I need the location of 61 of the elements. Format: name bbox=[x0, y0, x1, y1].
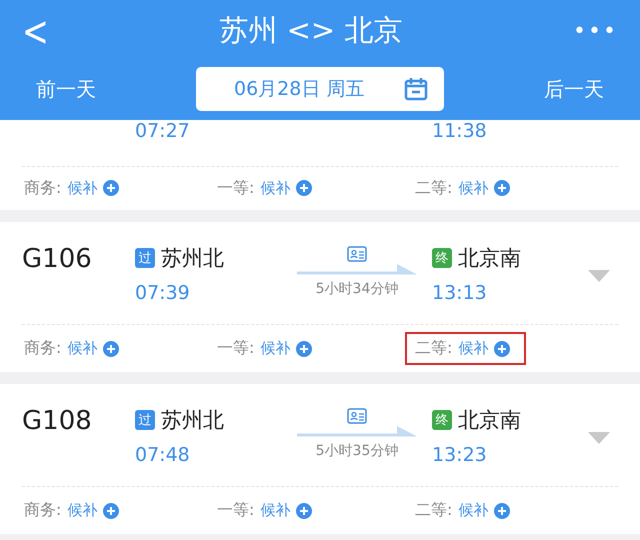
station-badge: 终 bbox=[432, 248, 452, 268]
waitlist-link[interactable]: 候补 bbox=[260, 339, 290, 358]
id-card-icon bbox=[347, 246, 367, 262]
plus-icon[interactable] bbox=[103, 340, 120, 357]
plus-icon[interactable] bbox=[103, 180, 120, 196]
waitlist-link[interactable]: 候补 bbox=[260, 501, 290, 520]
waitlist-link[interactable]: 候补 bbox=[458, 339, 488, 358]
arrival-time: 11:38 bbox=[432, 120, 488, 142]
station-badge: 终 bbox=[432, 410, 452, 430]
seat-class: 一等: bbox=[217, 178, 254, 199]
plus-icon[interactable] bbox=[494, 340, 510, 357]
plus-icon[interactable] bbox=[103, 502, 120, 519]
arrival-time: 13:13 bbox=[432, 282, 488, 304]
calendar-icon bbox=[404, 77, 428, 101]
plus-icon[interactable] bbox=[296, 180, 312, 196]
departure-time: 07:48 bbox=[135, 444, 191, 466]
waitlist-link[interactable]: 候补 bbox=[458, 178, 488, 198]
expand-icon[interactable] bbox=[588, 270, 610, 282]
station-name: 苏州北 bbox=[161, 245, 224, 272]
station-badge: 过 bbox=[135, 410, 155, 430]
arrow-icon bbox=[297, 424, 417, 438]
back-button[interactable]: < bbox=[22, 6, 49, 56]
station-name: 苏州北 bbox=[161, 407, 224, 434]
waitlist-link[interactable]: 候补 bbox=[67, 339, 98, 358]
seat-class: 二等: bbox=[415, 500, 452, 522]
more-button[interactable]: ••• bbox=[573, 18, 618, 44]
plus-icon[interactable] bbox=[296, 340, 312, 357]
seat-class: 二等: bbox=[415, 178, 452, 199]
waitlist-link[interactable]: 候补 bbox=[67, 501, 98, 520]
page-title: 苏州 <> 北京 bbox=[219, 12, 402, 49]
waitlist-link[interactable]: 候补 bbox=[260, 178, 290, 198]
departure-time: 07:27 bbox=[135, 120, 191, 142]
expand-icon[interactable] bbox=[588, 432, 610, 444]
seat-class: 一等: bbox=[217, 500, 254, 522]
previous-day-button[interactable]: 前一天 bbox=[36, 76, 96, 102]
arrival-time: 13:23 bbox=[432, 444, 488, 466]
plus-icon[interactable] bbox=[296, 502, 312, 519]
station-badge: 过 bbox=[135, 248, 155, 268]
seat-class: 二等: bbox=[415, 338, 452, 360]
plus-icon[interactable] bbox=[494, 502, 510, 519]
seat-class: 商务: bbox=[24, 338, 62, 360]
plus-icon[interactable] bbox=[494, 180, 510, 196]
id-card-icon bbox=[347, 408, 367, 424]
station-name: 北京南 bbox=[458, 407, 521, 434]
waitlist-link[interactable]: 候补 bbox=[67, 178, 98, 198]
date-picker[interactable]: 06月28日 周五 bbox=[196, 67, 444, 111]
departure-time: 07:39 bbox=[135, 282, 191, 304]
waitlist-link[interactable]: 候补 bbox=[458, 501, 488, 520]
travel-duration: 5小时35分钟 bbox=[316, 442, 398, 460]
train-card[interactable]: 07:27 11:38 商务: 候补 一等: 候补 二等: 候补 bbox=[0, 120, 640, 210]
train-number: G108 bbox=[22, 406, 92, 436]
train-number: G106 bbox=[22, 244, 92, 274]
travel-duration: 5小时34分钟 bbox=[316, 280, 398, 298]
seat-class: 商务: bbox=[24, 500, 62, 522]
station-name: 北京南 bbox=[458, 245, 521, 272]
train-card[interactable]: G106 过 苏州北 07:39 5小时34分钟 终 北京南 13:13 商务: 候补 一等: 候补 二等: 候补 bbox=[0, 222, 640, 372]
next-day-button[interactable]: 后一天 bbox=[544, 76, 604, 102]
train-card[interactable]: G108 过 苏州北 07:48 5小时35分钟 终 北京南 13:23 商务: 候补 一等: 候补 二等: 候补 bbox=[0, 384, 640, 534]
arrow-icon bbox=[297, 262, 417, 276]
seat-class: 商务: bbox=[24, 178, 62, 199]
seat-class: 一等: bbox=[217, 338, 254, 360]
